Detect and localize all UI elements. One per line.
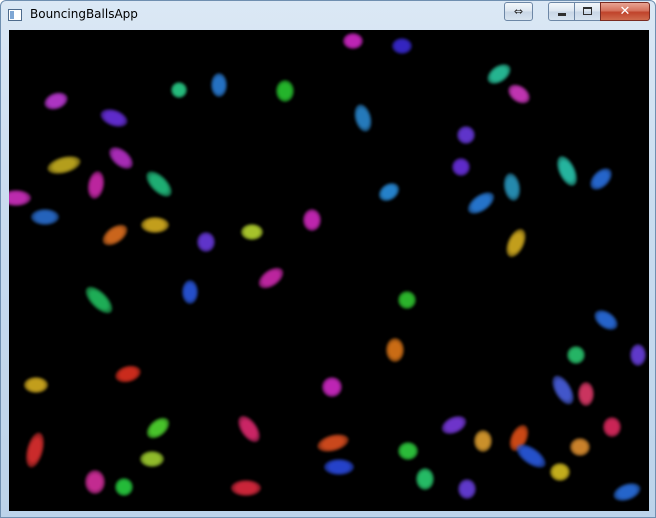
bouncing-ball (41, 89, 71, 113)
bouncing-ball (233, 412, 265, 446)
maximize-button[interactable] (574, 2, 601, 21)
bouncing-ball (550, 463, 570, 481)
close-icon: ✕ (619, 4, 631, 19)
bouncing-ball (140, 451, 164, 467)
bouncing-ball (578, 382, 594, 406)
bouncing-ball (502, 226, 530, 260)
bouncing-ball (22, 430, 48, 470)
bouncing-ball (548, 372, 578, 408)
bouncing-ball (45, 152, 83, 178)
bouncing-ball (322, 377, 342, 397)
bouncing-ball (586, 164, 616, 194)
bouncing-ball (142, 413, 174, 443)
bouncing-ball (392, 38, 412, 54)
bouncing-ball (303, 209, 321, 231)
bouncing-ball (474, 430, 492, 452)
window-title: BouncingBallsApp (30, 7, 138, 21)
bouncing-ball (24, 377, 48, 393)
bouncing-ball (9, 190, 31, 206)
bouncing-ball (115, 478, 133, 496)
app-window-icon[interactable] (8, 9, 22, 21)
bouncing-ball (182, 280, 198, 304)
bouncing-ball (375, 179, 403, 205)
title-bar[interactable]: BouncingBallsApp ⇔ ✕ (1, 1, 655, 29)
bouncing-ball (603, 417, 621, 437)
bouncing-ball (504, 80, 534, 108)
bouncing-ball (611, 479, 643, 505)
bouncing-ball (343, 33, 363, 49)
bouncing-ball (452, 158, 470, 176)
bouncing-ball (81, 282, 117, 318)
bouncing-ball (438, 412, 470, 438)
bouncing-ball (398, 442, 418, 460)
ball-canvas (9, 30, 649, 511)
bouncing-ball (197, 232, 215, 252)
bouncing-ball (31, 209, 59, 225)
bouncing-ball (590, 305, 622, 335)
bouncing-ball (324, 459, 354, 475)
bouncing-ball (254, 263, 288, 293)
bouncing-ball (552, 153, 582, 189)
bouncing-ball (570, 438, 590, 456)
bouncing-ball (512, 439, 550, 473)
bouncing-ball (457, 126, 475, 144)
bouncing-ball (211, 73, 227, 97)
bouncing-ball (567, 346, 585, 364)
bouncing-ball (501, 171, 523, 203)
bouncing-ball (85, 169, 107, 201)
bouncing-ball (105, 142, 137, 174)
minimize-icon (558, 13, 566, 16)
bouncing-ball (241, 224, 263, 240)
bouncing-ball (464, 187, 498, 219)
bouncing-ball (98, 220, 132, 250)
bouncing-ball (85, 470, 105, 494)
bouncing-ball (276, 80, 294, 102)
bouncing-ball (315, 431, 351, 455)
resize-toggle-button[interactable]: ⇔ (504, 2, 533, 21)
bouncing-ball (351, 102, 375, 134)
bouncing-ball (630, 344, 646, 366)
bouncing-ball (141, 217, 169, 233)
close-button[interactable]: ✕ (600, 2, 650, 21)
bouncing-ball (231, 480, 261, 496)
bouncing-ball (98, 105, 130, 131)
bouncing-ball (386, 338, 404, 362)
bouncing-ball (483, 59, 515, 89)
bouncing-ball (398, 291, 416, 309)
bouncing-ball (142, 167, 176, 201)
bouncing-ball (458, 479, 476, 499)
maximize-icon (583, 7, 592, 15)
bouncing-ball (416, 468, 434, 490)
bouncing-ball (113, 362, 143, 386)
app-window: BouncingBallsApp ⇔ ✕ (0, 0, 656, 518)
minimize-button[interactable] (548, 2, 575, 21)
bouncing-ball (171, 82, 187, 98)
resize-arrows-icon: ⇔ (513, 5, 524, 18)
